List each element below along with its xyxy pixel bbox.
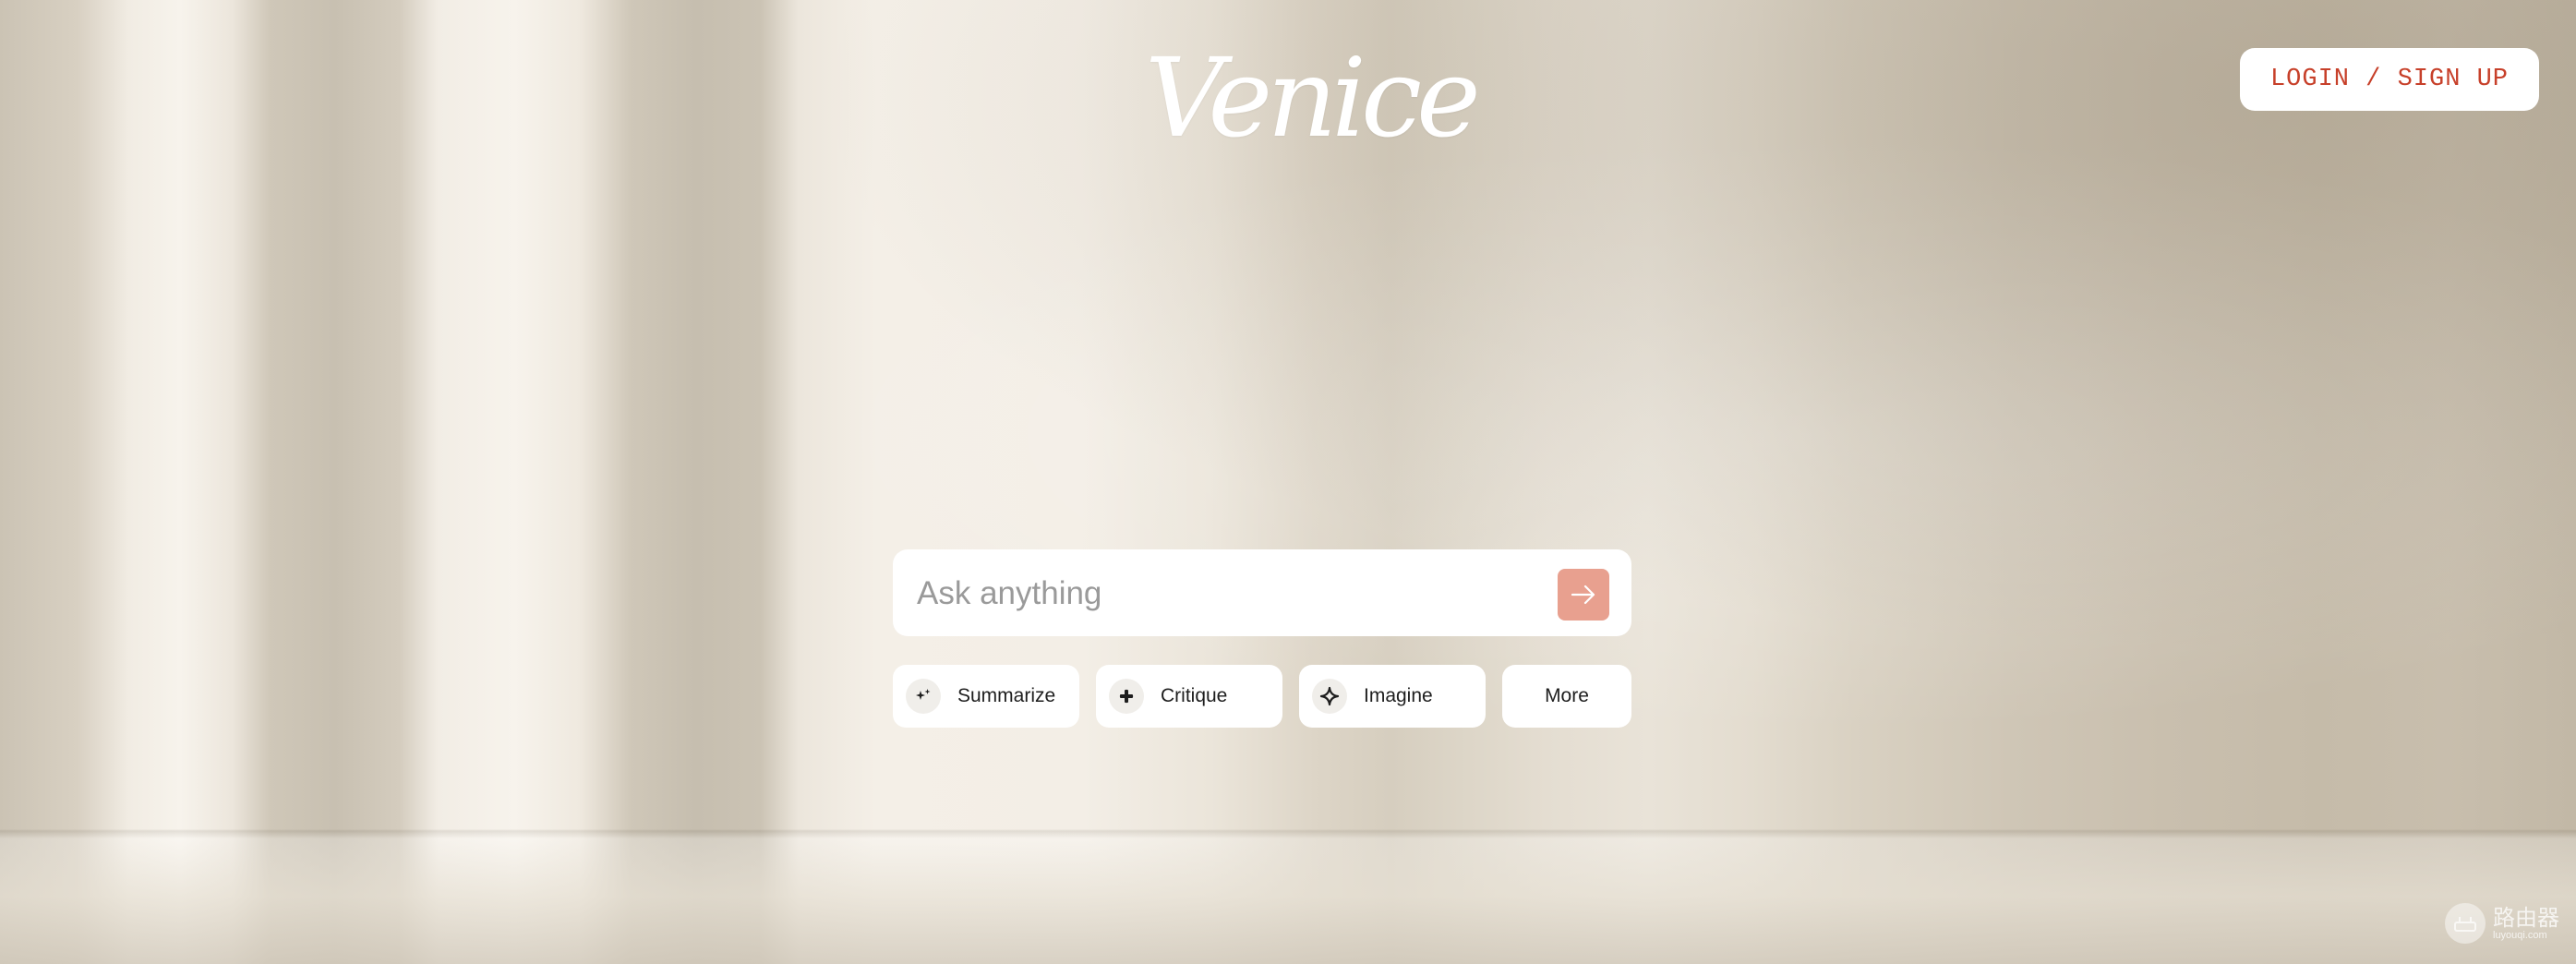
search-input[interactable] xyxy=(915,549,1528,638)
arrow-right-icon xyxy=(1571,584,1595,605)
chip-critique[interactable]: Critique xyxy=(1096,665,1282,728)
router-icon xyxy=(2445,903,2486,944)
send-button[interactable] xyxy=(1558,569,1609,621)
watermark-sub-text: luyouqi.com xyxy=(2493,930,2547,941)
search-box xyxy=(893,549,1631,638)
chip-more[interactable]: More xyxy=(1502,665,1631,728)
watermark-main-text: 路由器 xyxy=(2493,905,2559,931)
diamond-star-icon xyxy=(1312,679,1347,714)
chip-imagine-label: Imagine xyxy=(1364,685,1433,706)
chip-critique-label: Critique xyxy=(1161,685,1228,706)
chip-summarize-label: Summarize xyxy=(957,685,1056,706)
plus-cross-icon xyxy=(1109,679,1144,714)
chip-summarize[interactable]: Summarize xyxy=(893,665,1079,728)
chip-imagine[interactable]: Imagine xyxy=(1299,665,1486,728)
sparkle-icon xyxy=(906,679,941,714)
chip-more-label: More xyxy=(1545,685,1589,706)
login-signup-button[interactable]: LOGIN / SIGN UP xyxy=(2240,48,2539,111)
venice-logo: Venice xyxy=(1145,34,1481,162)
watermark: 路由器 luyouqi.com xyxy=(2445,903,2559,944)
